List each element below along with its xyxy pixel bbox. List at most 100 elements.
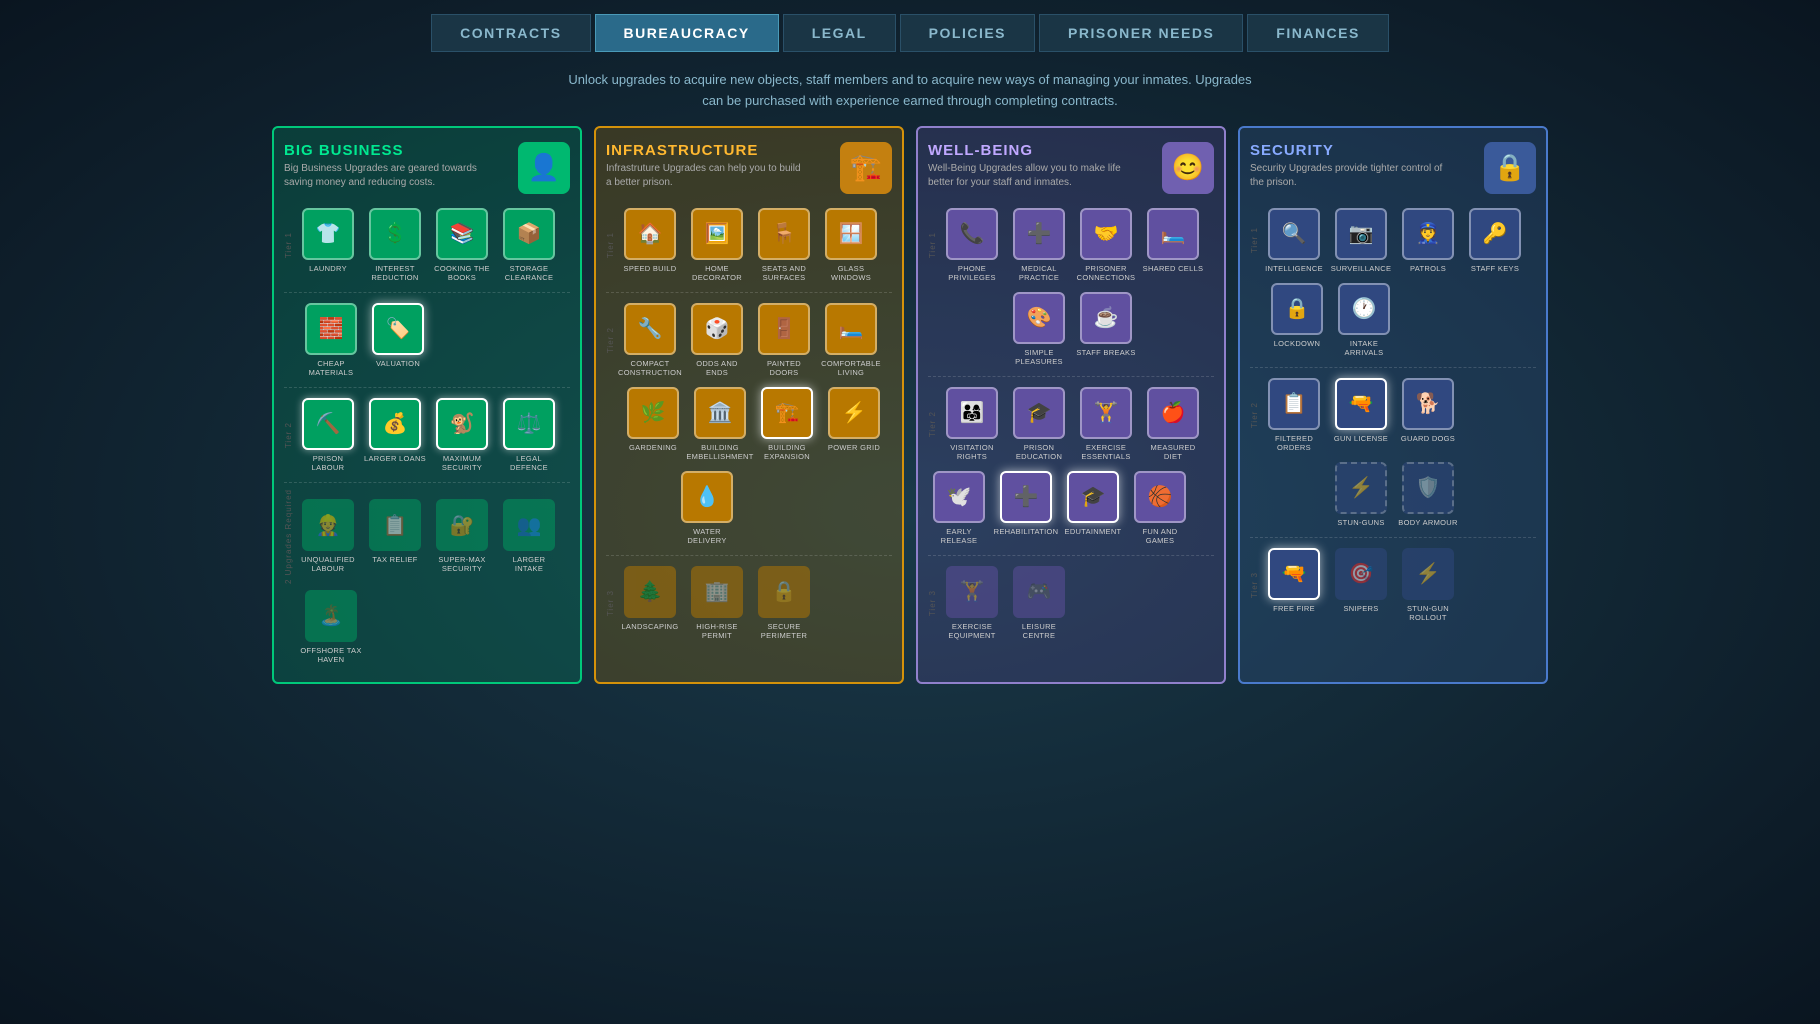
upgrade-edutainment[interactable]: 🎓 EDUTAINMENT — [1062, 471, 1124, 545]
upgrade-valuation[interactable]: 🏷️ VALUATION — [367, 303, 429, 377]
upgrade-fun-games[interactable]: 🏀 FUN AND GAMES — [1129, 471, 1191, 545]
tab-policies[interactable]: POLICIES — [900, 14, 1035, 52]
upgrade-icon-valuation[interactable]: 🏷️ — [372, 303, 424, 355]
upgrade-icon-storage[interactable]: 📦 — [503, 208, 555, 260]
upgrade-icon-exercise-ess[interactable]: 🏋️ — [1080, 387, 1132, 439]
upgrade-stun-guns[interactable]: ⚡ STUN-GUNS — [1330, 462, 1392, 527]
upgrade-icon-simple-pleasures[interactable]: 🎨 — [1013, 292, 1065, 344]
upgrade-icon-fun-games[interactable]: 🏀 — [1134, 471, 1186, 523]
upgrade-rehabilitation[interactable]: ➕ REHABILITATION — [995, 471, 1057, 545]
upgrade-icon-guard-dogs[interactable]: 🐕 — [1402, 378, 1454, 430]
upgrade-comfortable[interactable]: 🛏️ COMFORTABLE LIVING — [820, 303, 882, 377]
upgrade-icon-comfortable[interactable]: 🛏️ — [825, 303, 877, 355]
upgrade-icon-landscaping[interactable]: 🌲 — [624, 566, 676, 618]
upgrade-icon-measured-diet[interactable]: 🍎 — [1147, 387, 1199, 439]
upgrade-shared-cells[interactable]: 🛏️ SHARED CELLS — [1142, 208, 1204, 282]
upgrade-early-release[interactable]: 🕊️ EARLY RELEASE — [928, 471, 990, 545]
upgrade-icon-gun-license[interactable]: 🔫 — [1335, 378, 1387, 430]
upgrade-exercise-equipment[interactable]: 🏋️ EXERCISE EQUIPMENT — [941, 566, 1003, 640]
upgrade-icon-surveillance[interactable]: 📷 — [1335, 208, 1387, 260]
upgrade-filtered-orders[interactable]: 📋 FILTERED ORDERS — [1263, 378, 1325, 452]
upgrade-icon-odds[interactable]: 🎲 — [691, 303, 743, 355]
upgrade-legal-defence[interactable]: ⚖️ LEGAL DEFENCE — [498, 398, 560, 472]
upgrade-water-delivery[interactable]: 💧 WATER DELIVERY — [676, 471, 738, 545]
upgrade-cooking-books[interactable]: 📚 COOKING THE BOOKS — [431, 208, 493, 282]
upgrade-prison-education[interactable]: 🎓 PRISON EDUCATION — [1008, 387, 1070, 461]
upgrade-intelligence[interactable]: 🔍 INTELLIGENCE — [1263, 208, 1325, 273]
upgrade-landscaping[interactable]: 🌲 LANDSCAPING — [619, 566, 681, 640]
upgrade-cheap-materials[interactable]: 🧱 CHEAP MATERIALS — [300, 303, 362, 377]
upgrade-gardening[interactable]: 🌿 GARDENING — [622, 387, 684, 461]
upgrade-icon-secure-perimeter[interactable]: 🔒 — [758, 566, 810, 618]
upgrade-icon-filtered-orders[interactable]: 📋 — [1268, 378, 1320, 430]
upgrade-larger-intake[interactable]: 👥 LARGER INTAKE — [498, 499, 560, 573]
upgrade-seats-surfaces[interactable]: 🪑 SEATS AND SURFACES — [753, 208, 815, 282]
upgrade-icon-tax-relief[interactable]: 📋 — [369, 499, 421, 551]
upgrade-icon-visitation[interactable]: 👨‍👩‍👧 — [946, 387, 998, 439]
upgrade-painted-doors[interactable]: 🚪 PAINTED DOORS — [753, 303, 815, 377]
tab-legal[interactable]: LEGAL — [783, 14, 896, 52]
upgrade-simple-pleasures[interactable]: 🎨 SIMPLE PLEASURES — [1008, 292, 1070, 366]
upgrade-prisoner-conn[interactable]: 🤝 PRISONER CONNECTIONS — [1075, 208, 1137, 282]
upgrade-tax-relief[interactable]: 📋 TAX RELIEF — [364, 499, 426, 573]
upgrade-icon-seats[interactable]: 🪑 — [758, 208, 810, 260]
upgrade-super-max[interactable]: 🔐 SUPER-MAX SECURITY — [431, 499, 493, 573]
upgrade-prison-labour[interactable]: ⛏️ PRISON LABOUR — [297, 398, 359, 472]
upgrade-icon-larger-loans[interactable]: 💰 — [369, 398, 421, 450]
upgrade-icon-body-armour[interactable]: 🛡️ — [1402, 462, 1454, 514]
upgrade-icon-offshore[interactable]: 🏝️ — [305, 590, 357, 642]
upgrade-icon-power-grid[interactable]: ⚡ — [828, 387, 880, 439]
upgrade-compact[interactable]: 🔧 COMPACT CONSTRUCTION — [619, 303, 681, 377]
upgrade-icon-max-security[interactable]: 🐒 — [436, 398, 488, 450]
upgrade-maximum-security[interactable]: 🐒 MAXIMUM SECURITY — [431, 398, 493, 472]
tab-bureaucracy[interactable]: BUREAUCRACY — [595, 14, 779, 52]
upgrade-icon-prison-edu[interactable]: 🎓 — [1013, 387, 1065, 439]
upgrade-storage-clearance[interactable]: 📦 STORAGE CLEARANCE — [498, 208, 560, 282]
upgrade-icon-intake-arrivals[interactable]: 🕐 — [1338, 283, 1390, 335]
upgrade-icon-stun-guns[interactable]: ⚡ — [1335, 462, 1387, 514]
upgrade-icon-snipers[interactable]: 🎯 — [1335, 548, 1387, 600]
upgrade-offshore-tax[interactable]: 🏝️ OFFSHORE TAX HAVEN — [300, 590, 362, 664]
upgrade-icon-building-emb[interactable]: 🏛️ — [694, 387, 746, 439]
upgrade-visitation[interactable]: 👨‍👩‍👧 VISITATION RIGHTS — [941, 387, 1003, 461]
upgrade-patrols[interactable]: 👮 PATROLS — [1397, 208, 1459, 273]
upgrade-leisure-centre[interactable]: 🎮 LEISURE CENTRE — [1008, 566, 1070, 640]
upgrade-glass-windows[interactable]: 🪟 GLASS WINDOWS — [820, 208, 882, 282]
upgrade-phone-priv[interactable]: 📞 PHONE PRIVILEGES — [941, 208, 1003, 282]
tab-finances[interactable]: FINANCES — [1247, 14, 1389, 52]
upgrade-icon-medical[interactable]: ➕ — [1013, 208, 1065, 260]
upgrade-icon-cooking[interactable]: 📚 — [436, 208, 488, 260]
upgrade-surveillance[interactable]: 📷 SURVEILLANCE — [1330, 208, 1392, 273]
upgrade-icon-lockdown[interactable]: 🔒 — [1271, 283, 1323, 335]
upgrade-icon-super-max[interactable]: 🔐 — [436, 499, 488, 551]
upgrade-icon-staff-breaks[interactable]: ☕ — [1080, 292, 1132, 344]
upgrade-icon-rehabilitation[interactable]: ➕ — [1000, 471, 1052, 523]
upgrade-free-fire[interactable]: 🔫 FREE FIRE — [1263, 548, 1325, 622]
upgrade-power-grid[interactable]: ⚡ POWER GRID — [823, 387, 885, 461]
upgrade-icon-exercise-equip[interactable]: 🏋️ — [946, 566, 998, 618]
upgrade-icon-prison-labour[interactable]: ⛏️ — [302, 398, 354, 450]
upgrade-icon-staff-keys[interactable]: 🔑 — [1469, 208, 1521, 260]
upgrade-icon-laundry[interactable]: 👕 — [302, 208, 354, 260]
upgrade-icon-building-exp[interactable]: 🏗️ — [761, 387, 813, 439]
upgrade-stun-gun-rollout[interactable]: ⚡ STUN-GUN ROLLOUT — [1397, 548, 1459, 622]
upgrade-laundry[interactable]: 👕 LAUNDRY — [297, 208, 359, 282]
upgrade-building-emb[interactable]: 🏛️ BUILDING EMBELLISHMENT — [689, 387, 751, 461]
upgrade-icon-leisure[interactable]: 🎮 — [1013, 566, 1065, 618]
upgrade-medical-practice[interactable]: ➕ MEDICAL PRACTICE — [1008, 208, 1070, 282]
upgrade-icon-prisoner-conn[interactable]: 🤝 — [1080, 208, 1132, 260]
upgrade-body-armour[interactable]: 🛡️ BODY ARMOUR — [1397, 462, 1459, 527]
tab-contracts[interactable]: CONTRACTS — [431, 14, 590, 52]
upgrade-gun-license[interactable]: 🔫 GUN LICENSE — [1330, 378, 1392, 452]
upgrade-intake-arrivals[interactable]: 🕐 INTAKE ARRIVALS — [1333, 283, 1395, 357]
upgrade-measured-diet[interactable]: 🍎 MEASURED DIET — [1142, 387, 1204, 461]
upgrade-icon-compact[interactable]: 🔧 — [624, 303, 676, 355]
upgrade-icon-painted[interactable]: 🚪 — [758, 303, 810, 355]
upgrade-larger-loans[interactable]: 💰 LARGER LOANS — [364, 398, 426, 472]
upgrade-interest-reduction[interactable]: 💲 INTEREST REDUCTION — [364, 208, 426, 282]
upgrade-icon-cheap[interactable]: 🧱 — [305, 303, 357, 355]
upgrade-icon-speed-build[interactable]: 🏠 — [624, 208, 676, 260]
upgrade-odds-ends[interactable]: 🎲 ODDS AND ENDS — [686, 303, 748, 377]
upgrade-icon-larger-intake[interactable]: 👥 — [503, 499, 555, 551]
upgrade-icon-home-dec[interactable]: 🖼️ — [691, 208, 743, 260]
